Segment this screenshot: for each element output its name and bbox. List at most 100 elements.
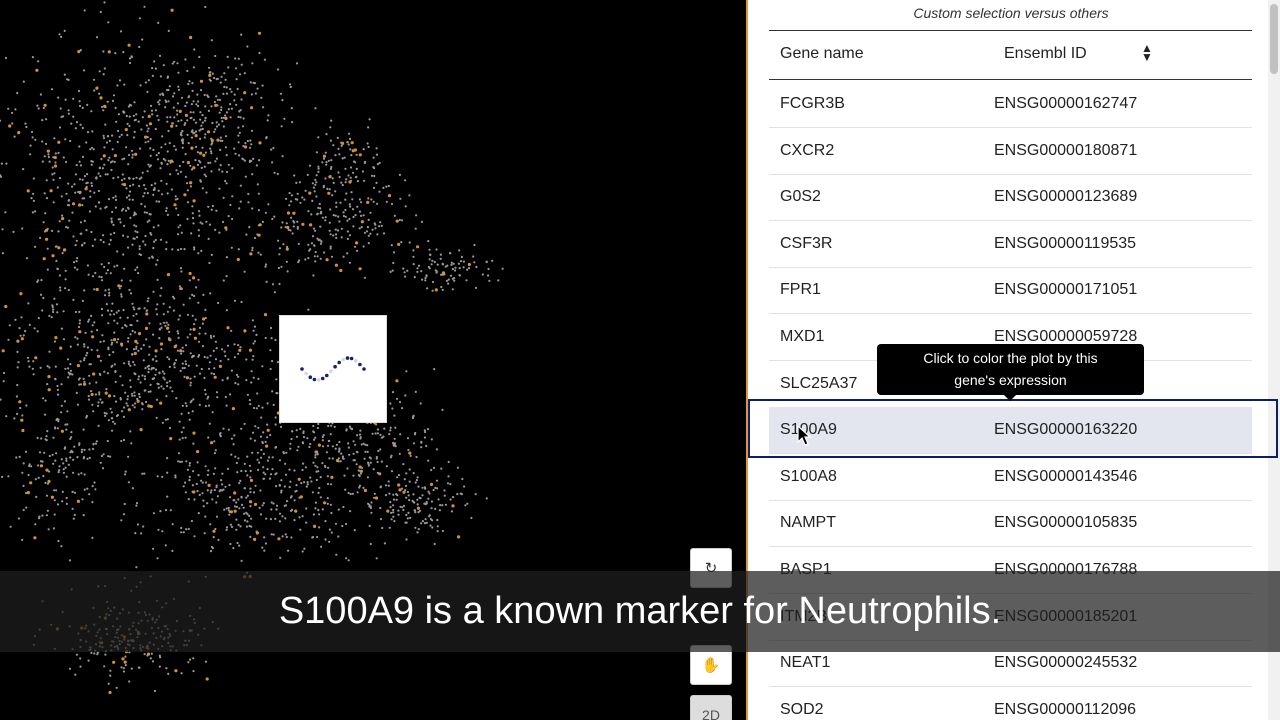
scatter-point: [301, 222, 305, 226]
table-row[interactable]: CXCR2 ENSG00000180871: [769, 128, 1252, 175]
scatter-point: [47, 153, 50, 156]
gene-name-cell[interactable]: FCGR3B: [780, 95, 845, 113]
scatter-point: [332, 181, 335, 184]
scatter-point: [180, 526, 183, 530]
scatter-point: [390, 202, 394, 206]
gene-name-cell[interactable]: NEAT1: [780, 654, 830, 672]
scatter-point: [40, 437, 43, 440]
scatter-point: [55, 259, 58, 262]
table-row[interactable]: FPR1 ENSG00000171051: [769, 267, 1252, 315]
scatter-point: [177, 460, 180, 463]
scatter-point: [43, 103, 47, 107]
scatter-point: [51, 254, 55, 258]
gene-name-cell[interactable]: SLC25A37: [780, 375, 857, 393]
scrollbar-thumb[interactable]: [1270, 4, 1278, 74]
scatter-point: [252, 406, 256, 410]
scatter-point: [60, 35, 63, 39]
scatter-point: [262, 477, 265, 480]
scatter-point: [237, 498, 240, 501]
scatter-point: [338, 448, 341, 451]
scatter-point: [255, 164, 258, 167]
table-row[interactable]: S100A8 ENSG00000143546: [769, 454, 1252, 501]
scatter-point: [226, 376, 229, 379]
scatter-point: [174, 669, 178, 673]
gene-name-cell[interactable]: G0S2: [780, 188, 821, 206]
scatter-point: [367, 197, 370, 200]
scatter-point: [289, 447, 292, 450]
scatter-point: [180, 412, 183, 415]
scatter-point: [297, 242, 300, 245]
scatter-point: [427, 459, 430, 462]
ensembl-id-cell: ENSG00000180871: [994, 141, 1138, 159]
scatter-point: [359, 429, 362, 432]
scatter-point: [41, 140, 44, 143]
scatter-point: [120, 666, 123, 669]
scatter-point: [90, 392, 94, 397]
gene-name-cell[interactable]: CXCR2: [780, 142, 834, 160]
scatter-point: [189, 117, 192, 120]
scatter-point: [314, 107, 317, 110]
table-row[interactable]: G0S2 ENSG00000123689: [769, 174, 1252, 222]
scatter-point: [21, 538, 24, 542]
scatter-point: [43, 192, 46, 195]
sort-icon[interactable]: ▲ ▼: [1141, 42, 1153, 63]
scatter-point: [235, 78, 238, 81]
scatter-point: [252, 376, 255, 379]
ensembl-id-header[interactable]: Ensembl ID: [1004, 45, 1087, 63]
gene-name-cell[interactable]: NAMPT: [780, 514, 836, 532]
scatter-point: [61, 500, 64, 503]
scatter-point: [270, 148, 273, 151]
loading-dot: [316, 378, 321, 382]
scatter-point: [261, 220, 264, 223]
scatter-point: [189, 381, 192, 384]
scatter-point: [107, 159, 110, 162]
scatter-point: [163, 372, 166, 375]
scatter-point: [308, 249, 311, 252]
scatter-point: [288, 204, 291, 207]
scatter-point: [120, 439, 123, 443]
scatter-point: [178, 314, 181, 317]
scatter-point: [57, 151, 60, 154]
scatter-point: [450, 510, 453, 513]
scatter-point: [29, 153, 32, 156]
scatter-point: [180, 119, 183, 122]
scatter-point: [252, 431, 255, 434]
scatter-point: [212, 472, 215, 475]
table-row[interactable]: CSF3R ENSG00000119535: [769, 221, 1252, 268]
scatter-point: [63, 447, 66, 450]
scatter-point: [85, 229, 88, 232]
gene-name-cell[interactable]: SOD2: [780, 701, 824, 719]
scatter-point: [295, 484, 298, 487]
scatter-point: [264, 542, 267, 545]
scatter-point: [104, 173, 107, 176]
scatter-point: [184, 113, 188, 117]
toggle-2d-button[interactable]: 2D: [690, 695, 732, 720]
scatter-point: [251, 207, 254, 210]
scatter-point: [141, 116, 144, 119]
scatter-point: [279, 556, 282, 559]
scatter-point: [284, 473, 288, 476]
scatter-point: [121, 657, 125, 661]
scatter-point: [250, 370, 253, 373]
scatter-point: [412, 442, 416, 445]
scatter-point: [168, 142, 171, 145]
gene-name-cell[interactable]: CSF3R: [780, 235, 832, 253]
gene-name-header[interactable]: Gene name: [780, 45, 864, 63]
scatter-point: [120, 293, 123, 296]
scatter-point: [245, 358, 248, 361]
scatter-point: [251, 62, 254, 65]
scatter-point: [330, 159, 333, 162]
scatter-point: [198, 326, 202, 329]
scatter-point: [229, 542, 232, 546]
table-row[interactable]: NAMPT ENSG00000105835: [769, 500, 1252, 548]
gene-name-cell[interactable]: FPR1: [780, 281, 821, 299]
table-row[interactable]: SOD2 ENSG00000112096: [769, 687, 1252, 720]
scatter-point: [233, 99, 236, 102]
scatter-point: [285, 451, 288, 454]
scatter-point: [328, 188, 331, 191]
table-row[interactable]: FCGR3B ENSG00000162747: [769, 81, 1252, 128]
scatter-point: [358, 486, 361, 489]
gene-name-cell[interactable]: MXD1: [780, 328, 824, 346]
gene-name-cell[interactable]: S100A8: [780, 468, 837, 486]
scatter-point: [355, 167, 358, 170]
